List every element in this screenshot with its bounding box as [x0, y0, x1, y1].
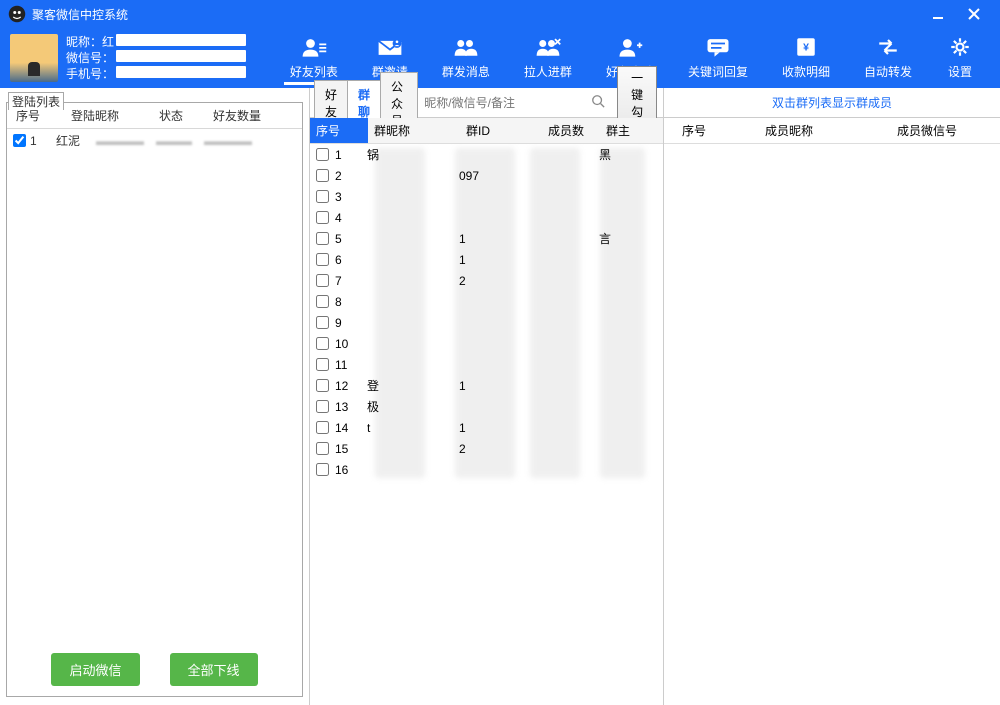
group-row-checkbox[interactable] [316, 253, 329, 266]
group-row-checkbox[interactable] [316, 295, 329, 308]
login-list-legend: 登陆列表 [8, 92, 64, 110]
search-icon[interactable] [585, 94, 611, 111]
col-seq: 序号 [664, 118, 724, 143]
phone-label: 手机号： [66, 66, 114, 82]
col-gid[interactable]: 群ID [460, 118, 542, 143]
right-pane: 双击群列表显示群成员 序号 成员昵称 成员微信号 [664, 88, 1000, 705]
group-row-checkbox[interactable] [316, 358, 329, 371]
group-row-checkbox[interactable] [316, 463, 329, 476]
group-row-checkbox[interactable] [316, 148, 329, 161]
header: 昵称：红 微信号： 手机号： 好友列表 群邀请 群发消息 拉人进群 好友申请 关… [0, 28, 1000, 88]
group-row-checkbox[interactable] [316, 421, 329, 434]
tab-row: 好友 群聊 公众号 一键勾选 [310, 88, 663, 118]
col-gname[interactable]: 群昵称 [368, 118, 460, 143]
group-row-checkbox[interactable] [316, 337, 329, 350]
app-title: 聚客微信中控系统 [32, 6, 128, 23]
group-row-checkbox[interactable] [316, 274, 329, 287]
nav-payment[interactable]: ¥ 收款明细 [776, 31, 836, 85]
group-row-checkbox[interactable] [316, 316, 329, 329]
redacted-block [116, 34, 246, 46]
group-member-hint: 双击群列表显示群成员 [664, 88, 1000, 118]
avatar [10, 34, 58, 82]
nav-friends[interactable]: 好友列表 [284, 31, 344, 85]
titlebar: 聚客微信中控系统 [0, 0, 1000, 28]
group-row-checkbox[interactable] [316, 169, 329, 182]
user-info: 昵称：红 微信号： 手机号： [66, 34, 246, 82]
left-pane: 登陆列表 序号 登陆昵称 状态 好友数量 1 红泥 ▬▬▬▬ ▬▬▬ ▬▬▬▬ … [0, 88, 310, 705]
login-row-checkbox[interactable] [13, 134, 26, 147]
redacted-block [116, 50, 246, 62]
redacted-block: ▬▬▬▬ ▬▬▬ ▬▬▬▬ [96, 132, 302, 149]
group-row-checkbox[interactable] [316, 211, 329, 224]
group-row-checkbox[interactable] [316, 379, 329, 392]
nav-autoforward[interactable]: 自动转发 [858, 31, 918, 85]
nav-pull[interactable]: 拉人进群 [518, 31, 578, 85]
nav-keyword[interactable]: 关键词回复 [682, 31, 754, 85]
group-row-checkbox[interactable] [316, 232, 329, 245]
group-row-checkbox[interactable] [316, 400, 329, 413]
col-count: 好友数量 [201, 103, 273, 128]
close-button[interactable] [956, 0, 992, 28]
col-members[interactable]: 成员数 [542, 118, 600, 143]
all-offline-button[interactable]: 全部下线 [170, 653, 258, 686]
main-content: 登陆列表 序号 登陆昵称 状态 好友数量 1 红泥 ▬▬▬▬ ▬▬▬ ▬▬▬▬ … [0, 88, 1000, 705]
col-owner[interactable]: 群主 [600, 118, 650, 143]
nick-label: 昵称： [66, 34, 102, 50]
nick-value: 红 [102, 34, 114, 50]
minimize-button[interactable] [920, 0, 956, 28]
middle-pane: 好友 群聊 公众号 一键勾选 序号 群昵称 群ID 成员数 群主 1锅黑2097… [310, 88, 664, 705]
wx-label: 微信号： [66, 50, 114, 66]
search-input[interactable] [418, 92, 585, 114]
redacted-block [116, 66, 246, 78]
svg-text:¥: ¥ [803, 42, 809, 54]
group-table-header: 序号 群昵称 群ID 成员数 群主 [310, 118, 663, 144]
app-logo-icon [8, 5, 26, 23]
group-row-checkbox[interactable] [316, 190, 329, 203]
group-list: 1锅黑20973451言617289101112登113极14t115216 [310, 144, 663, 705]
login-row[interactable]: 1 红泥 ▬▬▬▬ ▬▬▬ ▬▬▬▬ [7, 129, 302, 152]
nav-settings[interactable]: 设置 [940, 31, 980, 85]
col-state: 状态 [141, 103, 201, 128]
member-table-header: 序号 成员昵称 成员微信号 [664, 118, 1000, 144]
col-member-wx: 成员微信号 [854, 118, 1000, 143]
col-member-nick: 成员昵称 [724, 118, 854, 143]
col-seq[interactable]: 序号 [310, 118, 368, 143]
nav-mass[interactable]: 群发消息 [436, 31, 496, 85]
group-row-checkbox[interactable] [316, 442, 329, 455]
start-wechat-button[interactable]: 启动微信 [51, 653, 139, 686]
